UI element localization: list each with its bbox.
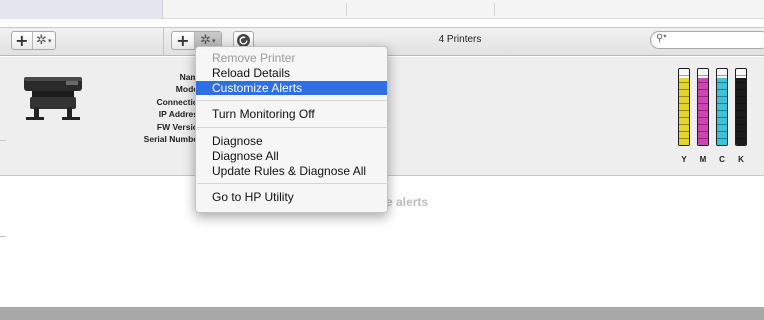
alerts-placeholder-text: e alerts [386, 195, 429, 209]
search-field[interactable]: ⚲▾ [650, 31, 764, 49]
printer-image [24, 77, 82, 120]
sidebar-add-action-control: + ✲ ▾ [11, 31, 56, 50]
ink-level-ticks [698, 69, 708, 145]
menu-item-customize-alerts[interactable]: Customize Alerts [196, 81, 387, 95]
label-name: Nam [179, 72, 198, 82]
label-serial-number: Serial Numbe [143, 134, 198, 145]
column-header-strip [0, 0, 764, 19]
ink-cartridge-c [716, 68, 728, 146]
ink-label-c: C [719, 155, 725, 164]
label-connection: Connectio [156, 96, 198, 107]
column-divider [346, 3, 347, 16]
chevron-down-icon: ▾ [47, 37, 52, 45]
ink-label-m: M [699, 155, 707, 164]
ink-cartridge-k [735, 68, 747, 146]
menu-item-remove-printer[interactable]: Remove Printer [196, 51, 387, 65]
ink-cartridge-y [678, 68, 690, 146]
add-printer-button[interactable]: + [172, 32, 194, 49]
printer-count-label: 4 Printers [438, 34, 482, 45]
menu-item-go-to-hp-utility[interactable]: Go to HP Utility [196, 190, 387, 204]
label-fw-version: FW Versio [156, 121, 198, 132]
bottom-status-bar [0, 307, 764, 320]
menu-item-reload-details[interactable]: Reload Details [196, 66, 387, 80]
ink-label-y: Y [681, 155, 687, 164]
window-edge-mark [0, 236, 6, 237]
label-model: Mode [175, 84, 198, 95]
menu-separator [197, 100, 388, 101]
printer-info-labels: Nam Mode Connectio IP Addres FW Versio S… [120, 71, 198, 145]
menu-item-diagnose[interactable]: Diagnose [196, 134, 387, 148]
ink-level-ticks [736, 69, 746, 145]
menu-separator [197, 183, 388, 184]
plus-icon: + [176, 30, 190, 50]
ink-label-k: K [738, 155, 744, 164]
column-divider [494, 3, 495, 16]
sidebar-add-button[interactable]: + [12, 32, 32, 49]
sidebar-column-header [0, 0, 163, 19]
gear-icon: ✲ [36, 33, 47, 48]
menu-separator [197, 127, 388, 128]
ink-level-ticks [717, 69, 727, 145]
window-edge-mark [0, 140, 6, 141]
sidebar-action-button[interactable]: ✲ ▾ [31, 32, 55, 49]
ink-cartridge-m [697, 68, 709, 146]
search-icon: ⚲▾ [656, 33, 667, 44]
plus-icon: + [15, 30, 29, 50]
label-ip-address: IP Addres [158, 109, 198, 120]
menu-item-turn-monitoring-off[interactable]: Turn Monitoring Off [196, 107, 387, 121]
printer-action-menu: Remove Printer Reload Details Customize … [195, 46, 388, 213]
chevron-down-icon: ▾ [211, 37, 216, 45]
ink-level-ticks [679, 69, 689, 145]
toolbar-divider [163, 28, 164, 55]
menu-item-update-rules-diagnose-all[interactable]: Update Rules & Diagnose All [196, 164, 387, 178]
menu-item-diagnose-all[interactable]: Diagnose All [196, 149, 387, 163]
